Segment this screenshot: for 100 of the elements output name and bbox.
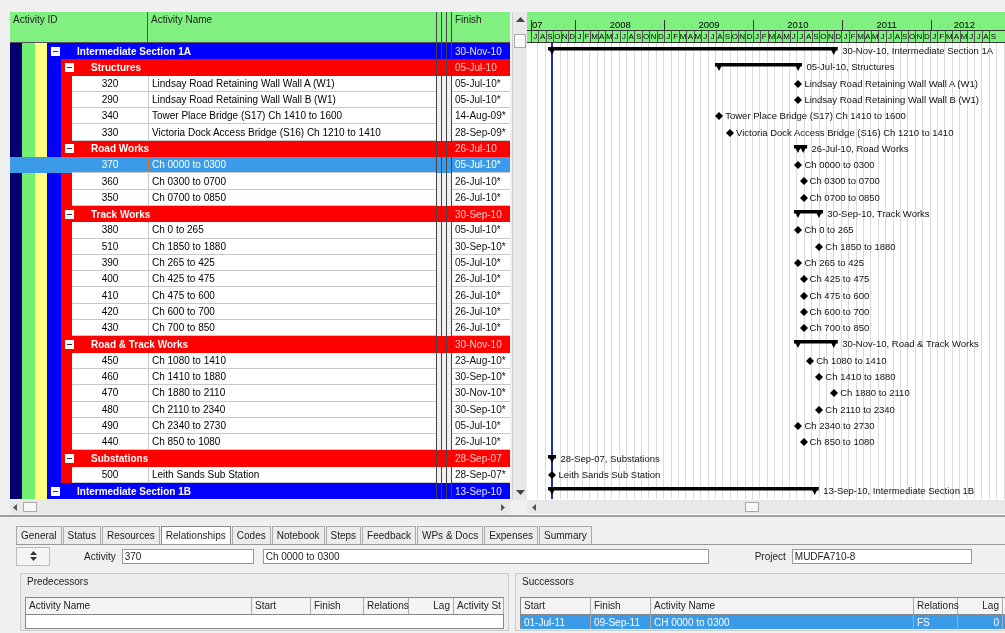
column-header[interactable]: Activity St [454, 598, 504, 614]
tab[interactable]: Codes [231, 526, 271, 544]
scroll-left-icon[interactable] [531, 504, 537, 511]
finish-cell: 05-Jul-10* [452, 157, 510, 174]
scroll-up-icon[interactable] [516, 16, 525, 22]
month-label: D [922, 31, 931, 42]
month-label: D [745, 31, 753, 42]
activity-row[interactable]: 440 Ch 850 to 1080 26-Jul-10* [10, 434, 510, 451]
project-field[interactable]: MUDFA710-8 [791, 548, 972, 564]
activity-row[interactable]: 420 Ch 600 to 700 26-Jul-10* [10, 303, 510, 321]
activity-id-field[interactable]: 370 [121, 548, 254, 564]
tab[interactable]: Resources [101, 526, 160, 544]
month-label: O [641, 31, 650, 42]
activity-row[interactable]: 390 Ch 265 to 425 05-Jul-10* [10, 254, 510, 272]
bar-label: Ch 1850 to 1880 [825, 239, 896, 254]
column-header[interactable]: Finish [591, 598, 651, 614]
column-header[interactable]: Activity ID [10, 12, 148, 42]
month-label: A [538, 31, 546, 42]
column-header[interactable]: Activity Name [26, 598, 252, 614]
month-label: J [885, 31, 894, 42]
tab[interactable]: Status [62, 526, 101, 544]
wbs-row[interactable]: Intermediate Section 1A 30-Nov-10 [10, 43, 510, 60]
collapse-icon[interactable] [51, 486, 60, 496]
year-label: 2008 [575, 20, 665, 30]
activity-row[interactable]: 330 Victoria Dock Access Bridge (S16) Ch 1210 to 1410 28-Sep-09* [10, 124, 510, 141]
activity-row[interactable]: 350 Ch 0700 to 0850 26-Jul-10* [10, 189, 510, 206]
month-label: S [900, 31, 908, 42]
collapse-icon[interactable] [65, 340, 74, 349]
activity-row[interactable]: 410 Ch 475 to 600 26-Jul-10* [10, 287, 510, 304]
spin-button[interactable] [16, 546, 50, 566]
column-header[interactable]: Lag [958, 598, 1003, 614]
vertical-scrollbar[interactable] [512, 12, 527, 500]
tab[interactable]: Feedback [362, 526, 416, 544]
activity-row[interactable]: 460 Ch 1410 to 1880 30-Sep-10* [10, 368, 510, 386]
tab[interactable]: Notebook [271, 526, 325, 544]
activity-row[interactable]: 380 Ch 0 to 265 05-Jul-10* [10, 222, 510, 239]
activity-row[interactable]: 480 Ch 2110 to 2340 30-Sep-10* [10, 401, 510, 418]
wbs-row[interactable]: Road & Track Works 30-Nov-10 [10, 336, 510, 353]
tab[interactable]: Summary [539, 526, 592, 544]
column-header[interactable]: Relations [364, 598, 409, 614]
column-header[interactable]: Start [521, 598, 591, 614]
activity-row[interactable]: 510 Ch 1850 to 1880 30-Sep-10* [10, 238, 510, 255]
column-splitter [436, 434, 452, 451]
column-header[interactable]: Finish [452, 12, 510, 42]
activity-row[interactable]: 450 Ch 1080 to 1410 23-Aug-10* [10, 352, 510, 369]
wbs-row[interactable]: Structures 05-Jul-10 [10, 59, 510, 76]
tab[interactable]: WPs & Docs [417, 526, 484, 544]
activity-name-field[interactable]: Ch 0000 to 0300 [262, 548, 709, 564]
activity-name-cell: Lindsay Road Retaining Wall Wall A (W1) [148, 75, 436, 91]
activity-row[interactable]: 290 Lindsay Road Retaining Wall Wall B (W1) 05-Jul-10* [10, 91, 510, 109]
tab[interactable]: Steps [325, 526, 362, 544]
activity-row[interactable]: 470 Ch 1880 to 2110 30-Nov-10* [10, 385, 510, 402]
tab[interactable]: Expenses [484, 526, 539, 544]
activity-name-cell: Ch 2110 to 2340 [148, 401, 436, 417]
activity-name-cell: Ch 1880 to 2110 [148, 385, 436, 401]
column-header[interactable]: Relations [914, 598, 958, 614]
summary-bar [794, 210, 824, 218]
activity-row[interactable]: 360 Ch 0300 to 0700 26-Jul-10* [10, 173, 510, 190]
activity-id-cell-text: 510 [100, 240, 120, 252]
activity-name-cell: Ch 850 to 1080 [148, 434, 436, 450]
collapse-icon[interactable] [65, 62, 74, 72]
column-splitter [436, 59, 452, 76]
column-header[interactable]: Start [252, 598, 311, 614]
collapse-icon[interactable] [65, 454, 74, 464]
month-label: O [553, 31, 561, 42]
column-header[interactable]: Lag [409, 598, 454, 614]
column-header[interactable]: Activity Name [651, 598, 914, 614]
column-header[interactable]: Activity Name [148, 12, 436, 42]
scroll-thumb[interactable] [23, 502, 37, 512]
activity-row[interactable]: 400 Ch 425 to 475 26-Jul-10* [10, 271, 510, 288]
scroll-down-icon[interactable] [516, 490, 525, 496]
horizontal-scrollbar[interactable] [10, 500, 510, 514]
wbs-row[interactable]: Intermediate Section 1B 13-Sep-10 [10, 483, 510, 499]
finish-cell-text: 30-Nov-10 [454, 338, 503, 352]
column-header[interactable]: Finish [311, 598, 364, 614]
activity-row[interactable]: 320 Lindsay Road Retaining Wall Wall A (W1) 05-Jul-10* [10, 75, 510, 92]
activity-row[interactable]: 340 Tower Place Bridge (S17) Ch 1410 to 1600 14-Aug-09* [10, 108, 510, 125]
collapse-icon[interactable] [65, 209, 74, 219]
wbs-name: Structures [91, 61, 141, 73]
activity-row[interactable]: 500 Leith Sands Sub Station 28-Sep-07* [10, 466, 510, 483]
up-arrow-icon[interactable] [29, 551, 37, 555]
wbs-row[interactable]: Substations 28-Sep-07 [10, 450, 510, 467]
activity-row[interactable]: 430 Ch 700 to 850 26-Jul-10* [10, 320, 510, 337]
collapse-icon[interactable] [65, 144, 74, 154]
collapse-icon[interactable] [51, 46, 60, 56]
down-arrow-icon[interactable] [29, 557, 37, 561]
tab[interactable]: General [16, 526, 62, 544]
horizontal-scrollbar[interactable] [527, 500, 1005, 514]
outline-band [61, 75, 72, 92]
month-label: M [604, 31, 613, 42]
scroll-thumb[interactable] [514, 34, 526, 48]
tab[interactable]: Relationships [160, 526, 231, 544]
scroll-left-icon[interactable] [12, 504, 18, 511]
activity-row[interactable]: 490 Ch 2340 to 2730 05-Jul-10* [10, 417, 510, 435]
scroll-thumb[interactable] [745, 502, 759, 512]
scroll-right-icon[interactable] [500, 504, 506, 511]
activity-name-cell: Ch 1080 to 1410 [148, 352, 436, 368]
outline-band [35, 43, 47, 60]
column-splitter[interactable] [436, 12, 452, 42]
month-label: S [634, 31, 642, 42]
